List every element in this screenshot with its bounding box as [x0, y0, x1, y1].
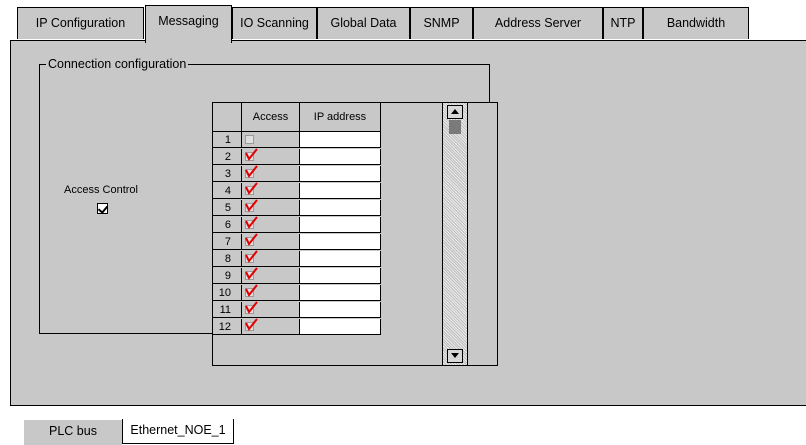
messaging-panel: Connection configuration Access Control …	[10, 40, 806, 406]
access-cell[interactable]	[242, 267, 300, 284]
scroll-down-button[interactable]	[447, 349, 463, 363]
column-header-access: Access	[242, 103, 300, 132]
row-number: 9	[213, 268, 242, 284]
ip-address-cell[interactable]	[300, 302, 381, 318]
ip-address-cell[interactable]	[300, 183, 381, 199]
access-cell[interactable]	[242, 182, 300, 199]
tab-global-data[interactable]: Global Data	[317, 7, 410, 39]
tab-messaging[interactable]: Messaging	[145, 5, 232, 43]
table-row: 6	[213, 216, 410, 233]
checkmark-icon	[245, 182, 258, 195]
tab-io-scanning[interactable]: IO Scanning	[232, 7, 317, 39]
checkmark-icon	[245, 148, 258, 161]
checkmark-icon	[245, 318, 258, 331]
ip-address-cell[interactable]	[300, 166, 381, 182]
access-cell[interactable]	[242, 216, 300, 233]
ip-address-cell[interactable]	[300, 132, 381, 148]
access-cell[interactable]	[242, 199, 300, 216]
access-control-checkbox[interactable]	[97, 203, 108, 214]
row-number: 3	[213, 166, 242, 182]
table-row: 4	[213, 182, 410, 199]
tab-ntp[interactable]: NTP	[603, 7, 643, 39]
access-cell[interactable]	[242, 301, 300, 318]
checkmark-icon	[245, 199, 258, 212]
checkmark-icon	[245, 284, 258, 297]
checkmark-icon	[245, 267, 258, 280]
vertical-scrollbar[interactable]	[442, 103, 468, 365]
checkmark-icon	[245, 250, 258, 263]
access-cell[interactable]	[242, 284, 300, 301]
row-number: 12	[213, 319, 242, 335]
column-header-ip-address: IP address	[300, 103, 381, 132]
table-row: 9	[213, 267, 410, 284]
ip-address-cell[interactable]	[300, 285, 381, 301]
arrow-up-icon	[451, 109, 459, 114]
tab-ethernet-noe-1[interactable]: Ethernet_NOE_1	[122, 419, 234, 444]
row-number: 11	[213, 302, 242, 318]
table-row: 11	[213, 301, 410, 318]
row-number: 8	[213, 251, 242, 267]
table-row: 8	[213, 250, 410, 267]
ip-address-cell[interactable]	[300, 217, 381, 233]
ip-address-cell[interactable]	[300, 319, 381, 335]
ip-address-cell[interactable]	[300, 200, 381, 216]
table-row: 3	[213, 165, 410, 182]
row-header-corner	[213, 103, 242, 132]
arrow-down-icon	[451, 353, 459, 358]
row-number: 7	[213, 234, 242, 250]
checkmark-icon	[245, 301, 258, 314]
access-cell[interactable]	[242, 250, 300, 267]
ip-address-cell[interactable]	[300, 251, 381, 267]
ip-address-cell[interactable]	[300, 149, 381, 165]
tab-snmp[interactable]: SNMP	[410, 7, 473, 39]
table-row: 1	[213, 132, 410, 148]
scroll-thumb[interactable]	[449, 120, 461, 134]
group-title: Connection configuration	[46, 56, 189, 72]
ip-address-cell[interactable]	[300, 268, 381, 284]
scroll-up-button[interactable]	[447, 105, 463, 119]
checkmark-icon	[245, 165, 258, 178]
access-control-label: Access Control	[64, 184, 138, 196]
row-number: 5	[213, 200, 242, 216]
table-row: 2	[213, 148, 410, 165]
access-cell[interactable]	[242, 165, 300, 182]
access-table: Access IP address 1 2 3 4 5 6 7 8 9 10 11 12	[212, 102, 498, 366]
tab-ip-configuration[interactable]: IP Configuration	[17, 7, 144, 39]
ip-address-cell[interactable]	[300, 234, 381, 250]
table-row: 12	[213, 318, 410, 335]
tab-address-server[interactable]: Address Server	[473, 7, 603, 39]
checkmark-icon	[245, 233, 258, 246]
access-checkbox[interactable]	[245, 135, 254, 144]
row-number: 6	[213, 217, 242, 233]
tab-bandwidth[interactable]: Bandwidth	[643, 7, 749, 39]
tab-plc-bus[interactable]: PLC bus	[24, 420, 122, 445]
connection-configuration-group: Connection configuration Access Control …	[39, 56, 498, 366]
table-header: Access IP address	[213, 103, 410, 132]
access-cell[interactable]	[242, 233, 300, 250]
row-number: 4	[213, 183, 242, 199]
access-cell[interactable]	[242, 318, 300, 335]
access-cell[interactable]	[242, 148, 300, 165]
access-cell[interactable]	[242, 132, 300, 148]
row-number: 2	[213, 149, 242, 165]
table-row: 5	[213, 199, 410, 216]
checkmark-icon	[245, 216, 258, 229]
row-number: 10	[213, 285, 242, 301]
table-row: 10	[213, 284, 410, 301]
table-row: 7	[213, 233, 410, 250]
row-number: 1	[213, 132, 242, 148]
